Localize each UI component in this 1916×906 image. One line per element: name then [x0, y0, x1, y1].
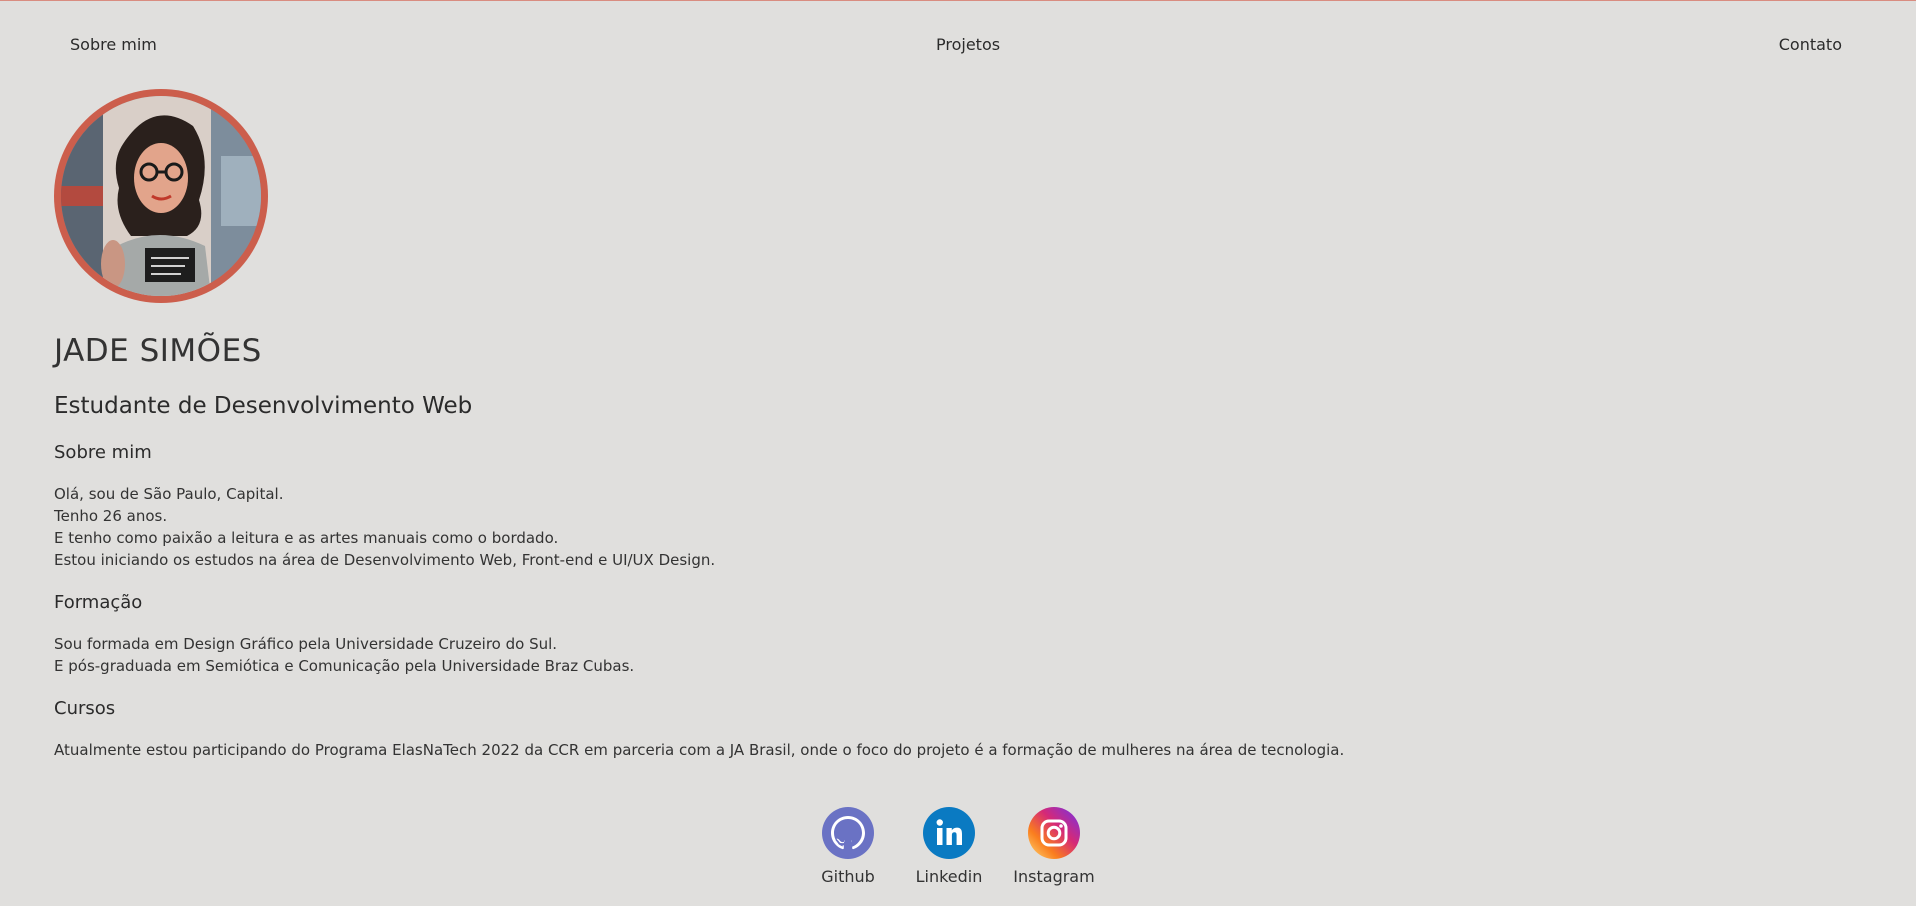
education-text: Sou formada em Design Gráfico pela Unive… [54, 633, 1554, 677]
instagram-icon [1028, 807, 1080, 859]
profile-name: JADE SIMÕES [54, 333, 262, 369]
education-line: Sou formada em Design Gráfico pela Unive… [54, 635, 558, 653]
section-title-cursos: Cursos [54, 698, 116, 719]
profile-role: Estudante de Desenvolvimento Web [54, 393, 473, 419]
instagram-link[interactable]: Instagram [1013, 807, 1095, 887]
main-content: JADE SIMÕES Estudante de Desenvolvimento… [54, 331, 1554, 761]
courses-text: Atualmente estou participando do Program… [54, 739, 1554, 761]
about-line: E tenho como paixão a leitura e as artes… [54, 529, 559, 547]
courses-line: Atualmente estou participando do Program… [54, 741, 1345, 759]
nav-link-sobre-mim[interactable]: Sobre mim [70, 35, 157, 54]
section-title-sobre-mim: Sobre mim [54, 442, 152, 463]
about-line: Estou iniciando os estudos na área de De… [54, 551, 716, 569]
social-links: Github Linkedin Instagram [820, 807, 1095, 887]
linkedin-icon [923, 807, 975, 859]
about-line: Tenho 26 anos. [54, 507, 168, 525]
profile-photo [61, 96, 261, 296]
github-icon [822, 807, 874, 859]
instagram-label: Instagram [1013, 867, 1095, 886]
github-link[interactable]: Github [820, 807, 876, 887]
education-line: E pós-graduada em Semiótica e Comunicaçã… [54, 657, 635, 675]
section-title-formacao: Formação [54, 592, 143, 613]
nav-link-contato[interactable]: Contato [1779, 35, 1842, 54]
avatar [54, 89, 268, 303]
github-label: Github [821, 867, 875, 886]
about-line: Olá, sou de São Paulo, Capital. [54, 485, 284, 503]
nav-link-projetos[interactable]: Projetos [936, 35, 1000, 54]
about-text: Olá, sou de São Paulo, Capital. Tenho 26… [54, 483, 1554, 571]
linkedin-label: Linkedin [915, 867, 983, 886]
linkedin-link[interactable]: Linkedin [914, 807, 984, 887]
